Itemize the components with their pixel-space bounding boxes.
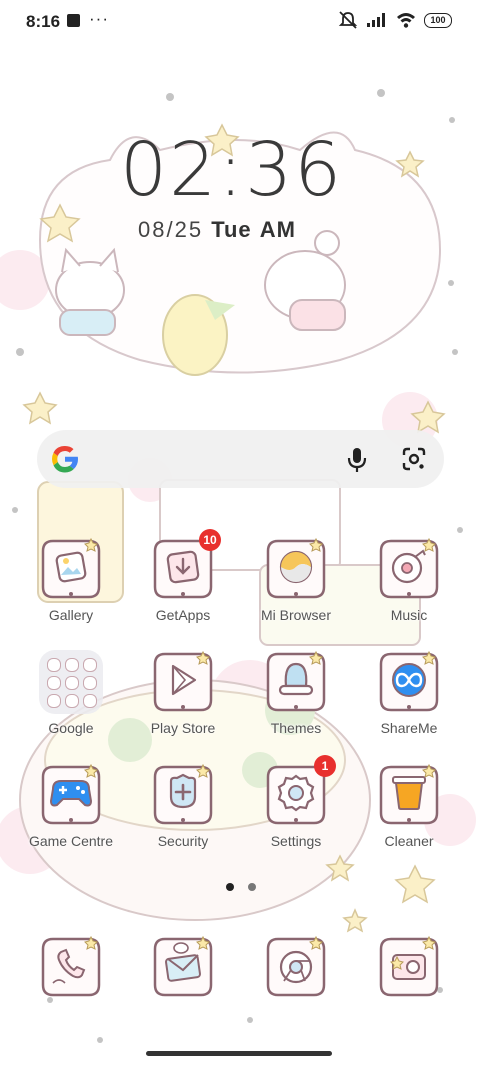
wifi-icon	[397, 13, 415, 28]
mute-icon	[338, 11, 358, 29]
app-shareme[interactable]: ShareMe	[359, 650, 459, 750]
clock-widget-time[interactable]: 02:36	[120, 127, 343, 213]
google-logo-icon	[52, 446, 78, 473]
mi-browser-icon	[264, 537, 328, 601]
clock-widget-date[interactable]: 08/25 Tue AM	[138, 217, 296, 243]
app-security[interactable]: Security	[133, 763, 233, 863]
chrome-icon	[264, 935, 328, 999]
folder-background	[39, 650, 103, 714]
battery-icon: 100	[424, 12, 452, 28]
app-themes[interactable]: Themes	[246, 650, 346, 750]
security-icon	[151, 763, 215, 827]
app-label: Music	[390, 607, 428, 623]
shareme-icon	[377, 650, 441, 714]
settings-icon: 1	[264, 755, 336, 827]
app-settings[interactable]: 1 Settings	[246, 755, 346, 863]
gallery-icon	[39, 537, 103, 601]
app-play-store[interactable]: Play Store	[133, 650, 233, 750]
voice-search-icon[interactable]	[346, 446, 368, 474]
google-lens-icon[interactable]	[401, 446, 427, 472]
app-music[interactable]: Music	[359, 537, 459, 637]
app-label: Play Store	[150, 720, 216, 736]
dock-messaging[interactable]	[133, 935, 233, 1035]
notification-icon	[67, 14, 80, 27]
dock-chrome[interactable]	[246, 935, 346, 1035]
app-mi-browser[interactable]: Mi Browser	[246, 537, 346, 637]
google-search-bar[interactable]	[37, 430, 444, 488]
app-label: Gallery	[48, 607, 94, 623]
app-label: Themes	[270, 720, 322, 736]
status-bar: 8:16 ··· 100	[0, 0, 480, 44]
page-dot[interactable]	[248, 883, 256, 891]
getapps-icon: 10	[151, 529, 221, 601]
status-time: 8:16	[26, 12, 61, 31]
home-gesture-bar[interactable]	[146, 1051, 332, 1056]
themes-icon	[264, 650, 328, 714]
app-label: Security	[157, 833, 209, 849]
page-dot-active[interactable]	[226, 883, 234, 891]
music-icon	[377, 537, 441, 601]
app-game-centre[interactable]: Game Centre	[21, 763, 121, 863]
app-getapps[interactable]: 10 GetApps	[133, 529, 233, 637]
app-label: ShareMe	[380, 720, 438, 736]
notification-badge: 1	[314, 755, 336, 777]
signal-icon	[367, 13, 385, 27]
app-label: GetApps	[155, 607, 211, 623]
more-notifications-icon: ···	[89, 9, 109, 28]
app-label: Cleaner	[384, 833, 434, 849]
camera-icon	[377, 935, 441, 999]
app-label: Game Centre	[28, 833, 114, 849]
app-label: Mi Browser	[260, 607, 331, 623]
folder-google[interactable]: Google	[21, 650, 121, 750]
notification-badge: 10	[199, 529, 221, 551]
phone-icon	[39, 935, 103, 999]
folder-icon	[39, 650, 103, 714]
play-store-icon	[151, 650, 215, 714]
messaging-icon	[151, 935, 215, 999]
page-indicator[interactable]	[226, 883, 256, 891]
clock-day: Tue	[211, 217, 252, 242]
cleaner-icon	[377, 763, 441, 827]
app-label: Google	[48, 720, 94, 736]
dock-camera[interactable]	[359, 935, 459, 1035]
clock-ampm: AM	[259, 217, 297, 242]
game-centre-icon	[39, 763, 103, 827]
app-cleaner[interactable]: Cleaner	[359, 763, 459, 863]
dock-phone[interactable]	[21, 935, 121, 1035]
app-label: Settings	[270, 833, 322, 849]
app-gallery[interactable]: Gallery	[21, 537, 121, 637]
clock-date: 08/25	[138, 217, 204, 242]
